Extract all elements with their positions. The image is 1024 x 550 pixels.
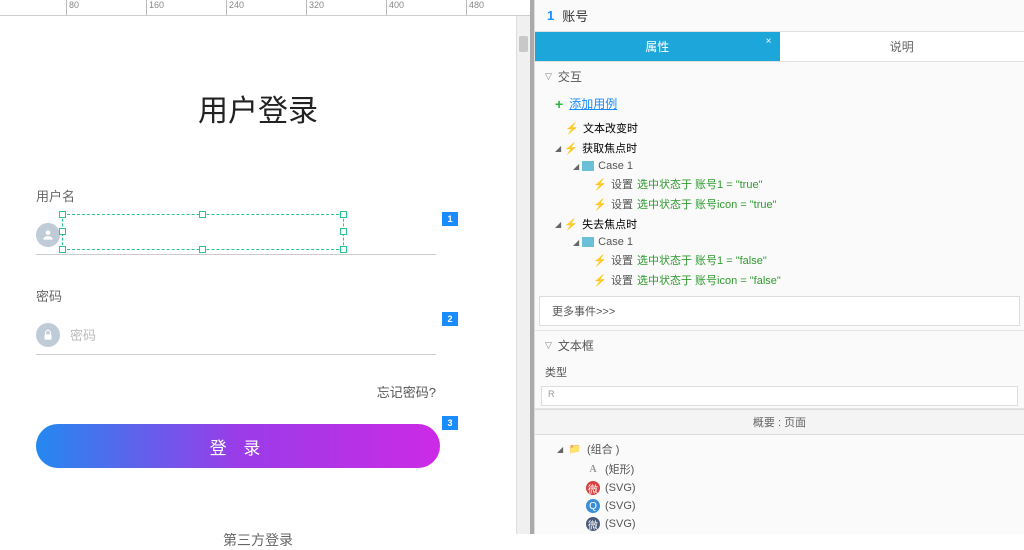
outline-item[interactable]: Q(SVG) <box>535 497 1024 515</box>
tab-properties[interactable]: 属性 <box>535 32 780 61</box>
case-row[interactable]: ◢ Case 1 <box>535 234 1024 250</box>
password-input[interactable]: 密码 <box>36 315 436 355</box>
bolt-icon: ⚡ <box>564 217 578 231</box>
svg-icon: Q <box>586 499 600 513</box>
action-row[interactable]: ⚡ 设置 选中状态于 账号icon = "false" <box>535 270 1024 290</box>
chevron-down-icon: ◢ <box>573 238 579 247</box>
widget-name[interactable]: 账号 <box>562 6 588 25</box>
bolt-icon: ⚡ <box>593 177 607 191</box>
chevron-down-icon: ◢ <box>555 144 561 153</box>
chevron-down-icon: ◢ <box>573 162 579 171</box>
footnote-badge[interactable]: 3 <box>442 416 458 430</box>
resize-handle[interactable] <box>199 211 206 218</box>
forgot-password-link[interactable]: 忘记密码? <box>377 382 436 401</box>
action-row[interactable]: ⚡ 设置 选中状态于 账号1 = "true" <box>535 174 1024 194</box>
horizontal-ruler: 80 160 240 320 400 480 <box>0 0 530 16</box>
outline-item[interactable]: 微(SVG) <box>535 479 1024 497</box>
action-row[interactable]: ⚡ 设置 选中状态于 账号icon = "true" <box>535 194 1024 214</box>
case-icon <box>582 237 594 247</box>
plus-icon: + <box>555 96 563 112</box>
bolt-icon: ⚡ <box>593 197 607 211</box>
resize-handle[interactable] <box>59 246 66 253</box>
resize-handle[interactable] <box>59 228 66 235</box>
text-icon: A <box>586 462 600 476</box>
more-events-button[interactable]: 更多事件>>> <box>539 296 1020 326</box>
vertical-scrollbar[interactable] <box>516 16 530 534</box>
event-focus-out[interactable]: ◢ ⚡ 失去焦点时 <box>535 214 1024 234</box>
chevron-down-icon: ◢ <box>555 220 561 229</box>
event-text-change[interactable]: ⚡ 文本改变时 <box>535 118 1024 138</box>
bolt-icon: ⚡ <box>593 253 607 267</box>
add-case-button[interactable]: + 添加用例 <box>535 91 1024 116</box>
inspector-header: 1 账号 <box>535 0 1024 32</box>
password-group[interactable]: 密码 密码 <box>36 286 436 355</box>
password-label: 密码 <box>36 286 436 305</box>
svg-icon: 微 <box>586 481 600 495</box>
footnote-badge[interactable]: 1 <box>442 212 458 226</box>
section-textbox[interactable]: ▽ 文本框 <box>535 331 1024 360</box>
outline-item[interactable]: ◢📁(组合 ) <box>535 439 1024 459</box>
case-row[interactable]: ◢ Case 1 <box>535 158 1024 174</box>
scrollbar-thumb[interactable] <box>519 36 528 52</box>
resize-handle[interactable] <box>340 246 347 253</box>
section-interactions[interactable]: ▽ 交互 <box>535 62 1024 91</box>
chevron-down-icon: ▽ <box>545 71 552 82</box>
lock-icon <box>36 323 60 347</box>
user-icon <box>36 223 60 247</box>
tab-notes[interactable]: 说明 <box>780 32 1024 61</box>
username-label: 用户名 <box>36 186 436 205</box>
inspector-panel: 1 账号 属性 说明 ▽ 交互 + 添加用例 ⚡ 文本改变时 ◢ ⚡ 获取焦点时 <box>534 0 1024 534</box>
outline-item[interactable]: 微(SVG) <box>535 515 1024 533</box>
resize-handle[interactable] <box>340 211 347 218</box>
outline-item[interactable]: A(矩形) <box>535 459 1024 479</box>
folder-icon: 📁 <box>568 442 582 456</box>
bolt-icon: ⚡ <box>593 273 607 287</box>
password-placeholder: 密码 <box>70 325 96 344</box>
chevron-down-icon: ▽ <box>545 340 552 351</box>
case-icon <box>582 161 594 171</box>
design-surface[interactable]: 用户登录 用户名 1 2 3 密码 <box>0 16 516 534</box>
action-row[interactable]: ⚡ 设置 选中状态于 账号1 = "false" <box>535 250 1024 270</box>
resize-handle[interactable] <box>199 246 206 253</box>
outline-tree[interactable]: ◢📁(组合 ) A(矩形) 微(SVG) Q(SVG) 微(SVG) A符号制作… <box>535 435 1024 534</box>
type-dropdown[interactable]: R <box>541 386 1018 406</box>
widget-number: 1 <box>547 8 554 23</box>
type-label: 类型 <box>535 360 1024 384</box>
bolt-icon: ⚡ <box>565 121 579 135</box>
design-canvas[interactable]: 80 160 240 320 400 480 用户登录 用户名 <box>0 0 530 534</box>
footnote-badge[interactable]: 2 <box>442 312 458 326</box>
svg-icon: 微 <box>586 517 600 531</box>
inspector-tabs: 属性 说明 <box>535 32 1024 62</box>
page-title[interactable]: 用户登录 <box>0 86 516 130</box>
third-party-label: 第三方登录 <box>0 530 516 550</box>
resize-handle[interactable] <box>59 211 66 218</box>
outline-header: 概要 : 页面 <box>535 409 1024 435</box>
event-focus-in[interactable]: ◢ ⚡ 获取焦点时 <box>535 138 1024 158</box>
selection-box[interactable] <box>62 214 344 250</box>
resize-handle[interactable] <box>340 228 347 235</box>
bolt-icon: ⚡ <box>564 141 578 155</box>
login-button[interactable]: 登 录 <box>36 424 440 468</box>
